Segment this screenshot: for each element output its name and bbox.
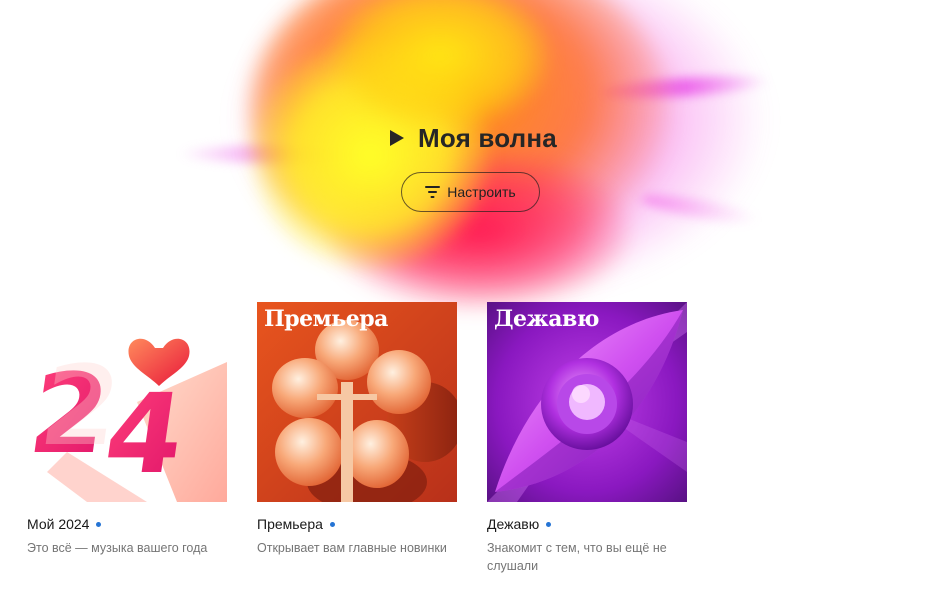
card-cover-premiere[interactable]: Премьера bbox=[257, 302, 457, 502]
my-wave-play-button[interactable]: Моя волна bbox=[388, 118, 557, 158]
card-my-2024[interactable]: 2 4 2 Мой 2024 Это всё — музыка вашего г… bbox=[27, 302, 237, 557]
live-dot-icon bbox=[329, 521, 335, 527]
play-icon bbox=[390, 130, 404, 146]
card-title[interactable]: Премьера bbox=[257, 516, 323, 532]
card-title-row: Мой 2024 bbox=[27, 515, 237, 533]
tune-button-label: Настроить bbox=[447, 184, 516, 200]
dejavu-cover-label: Дежавю bbox=[494, 306, 599, 332]
card-cover-dejavu[interactable]: Дежавю bbox=[487, 302, 687, 502]
premiere-cover-art bbox=[257, 302, 457, 502]
live-dot-icon bbox=[96, 521, 102, 527]
tune-button[interactable]: Настроить bbox=[401, 172, 540, 212]
card-dejavu[interactable]: Дежавю Дежавю Знакомит с тем, что вы ещё… bbox=[487, 302, 697, 575]
card-subtitle: Это всё — музыка вашего года bbox=[27, 541, 208, 555]
card-premiere[interactable]: Премьера Премьера Открывает вам главные … bbox=[257, 302, 467, 557]
card-title[interactable]: Мой 2024 bbox=[27, 516, 89, 532]
my-wave-hero: Моя волна Настроить bbox=[0, 0, 949, 310]
card-title-row: Премьера bbox=[257, 515, 467, 533]
live-dot-icon bbox=[546, 521, 552, 527]
card-subtitle: Открывает вам главные новинки bbox=[257, 541, 447, 555]
premiere-cover-label: Премьера bbox=[264, 306, 388, 332]
card-title[interactable]: Дежавю bbox=[487, 516, 539, 532]
card-subtitle: Знакомит с тем, что вы ещё не слушали bbox=[487, 541, 667, 573]
my-2024-cover-art: 2 4 2 bbox=[27, 302, 227, 502]
card-title-row: Дежавю bbox=[487, 515, 697, 533]
my-wave-title: Моя волна bbox=[418, 122, 557, 153]
filter-icon bbox=[425, 186, 441, 198]
card-cover-my-2024[interactable]: 2 4 2 bbox=[27, 302, 227, 502]
dejavu-cover-art bbox=[487, 302, 687, 502]
